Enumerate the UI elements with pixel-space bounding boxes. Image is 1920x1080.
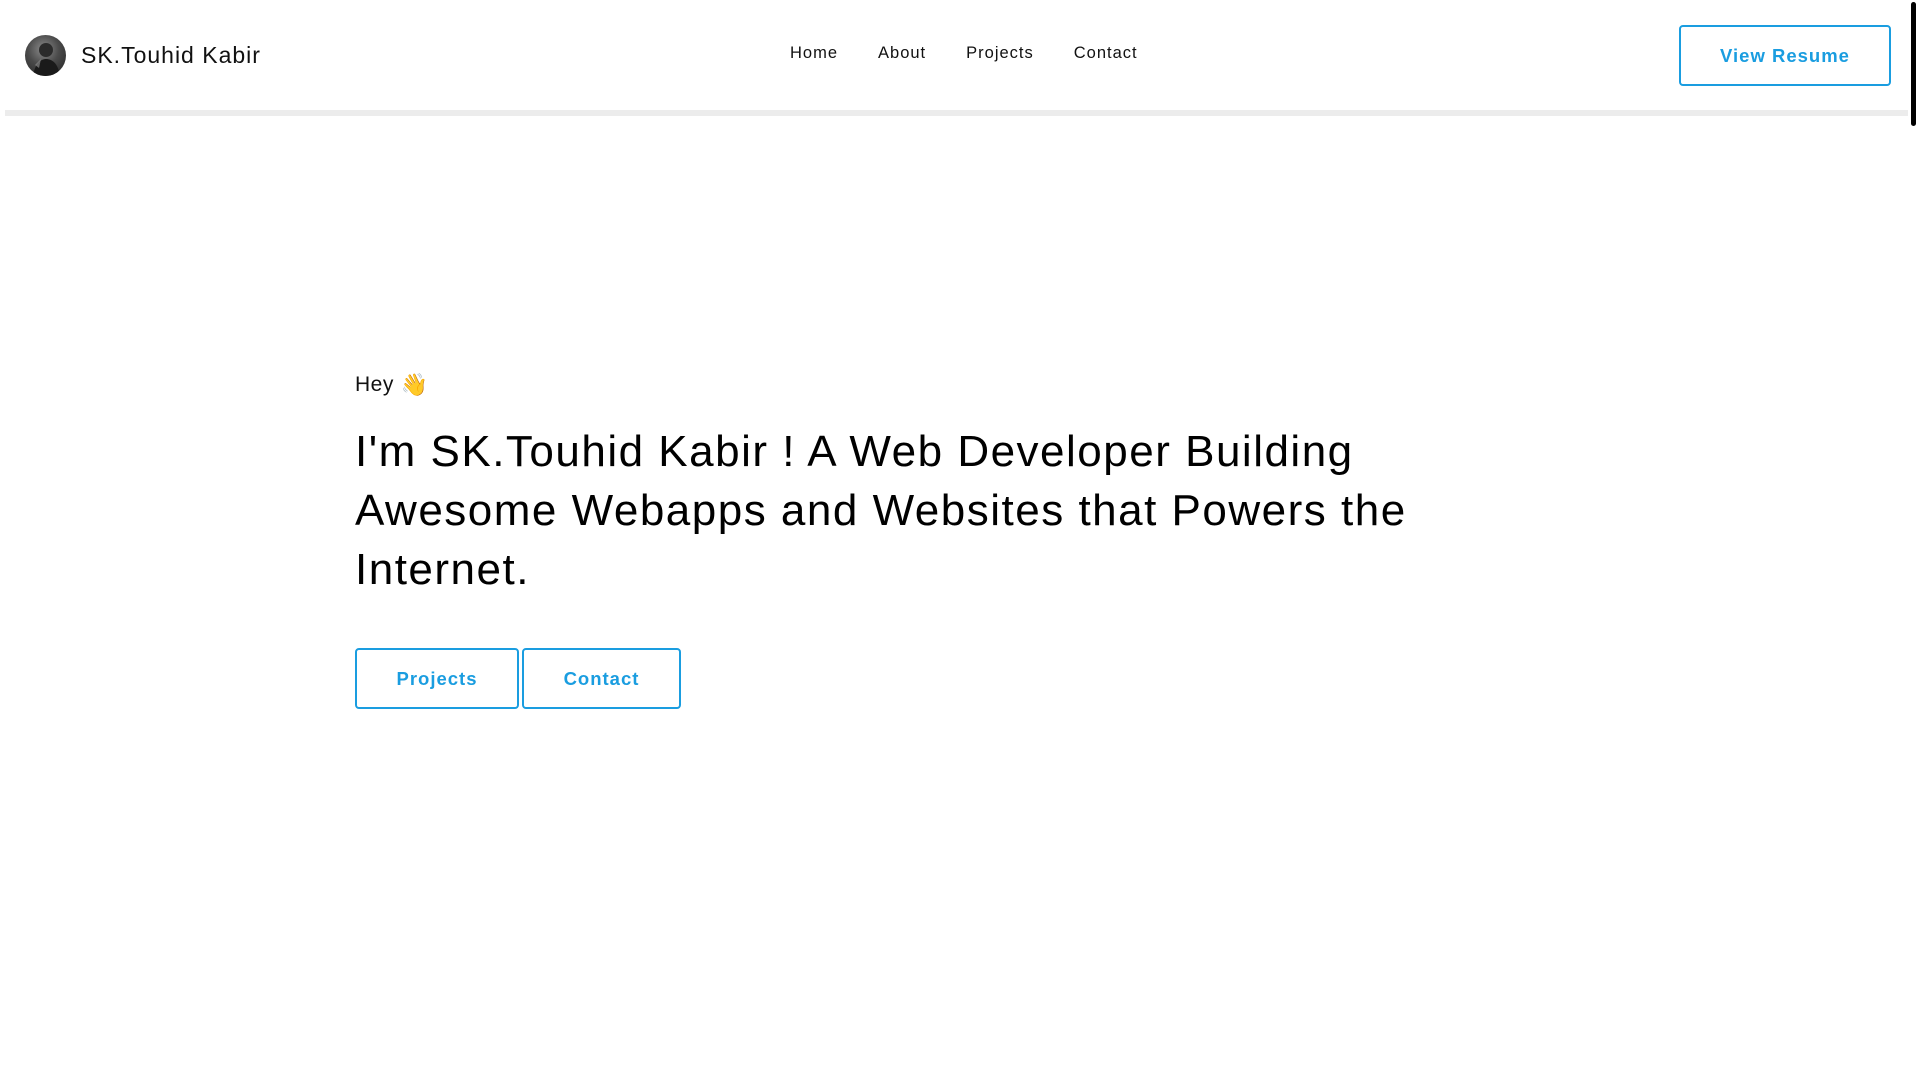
greeting-text: Hey — [355, 373, 394, 396]
page: SK.Touhid Kabir Home About Projects Cont… — [0, 0, 1920, 1080]
brand-link[interactable]: SK.Touhid Kabir — [25, 35, 261, 76]
view-resume-button[interactable]: View Resume — [1679, 25, 1891, 86]
waving-hand-icon: 👋 — [400, 372, 429, 397]
scrollbar-thumb[interactable] — [1911, 2, 1916, 126]
site-header: SK.Touhid Kabir Home About Projects Cont… — [5, 0, 1908, 116]
hero-section: Hey 👋 I'm SK.Touhid Kabir ! A Web Develo… — [355, 370, 1515, 628]
nav-projects[interactable]: Projects — [966, 44, 1034, 63]
main-nav: Home About Projects Contact — [790, 44, 1178, 63]
avatar-silhouette-icon — [33, 43, 60, 76]
nav-home[interactable]: Home — [790, 44, 838, 63]
greeting: Hey 👋 — [355, 370, 1515, 400]
hero-cta-row: Projects Contact — [355, 648, 681, 709]
brand-name: SK.Touhid Kabir — [81, 42, 261, 68]
hero-headline: I'm SK.Touhid Kabir ! A Web Developer Bu… — [355, 427, 1407, 594]
projects-button[interactable]: Projects — [355, 648, 519, 709]
avatar — [25, 35, 66, 76]
contact-button[interactable]: Contact — [522, 648, 681, 709]
nav-about[interactable]: About — [878, 44, 926, 63]
nav-contact[interactable]: Contact — [1074, 44, 1138, 63]
